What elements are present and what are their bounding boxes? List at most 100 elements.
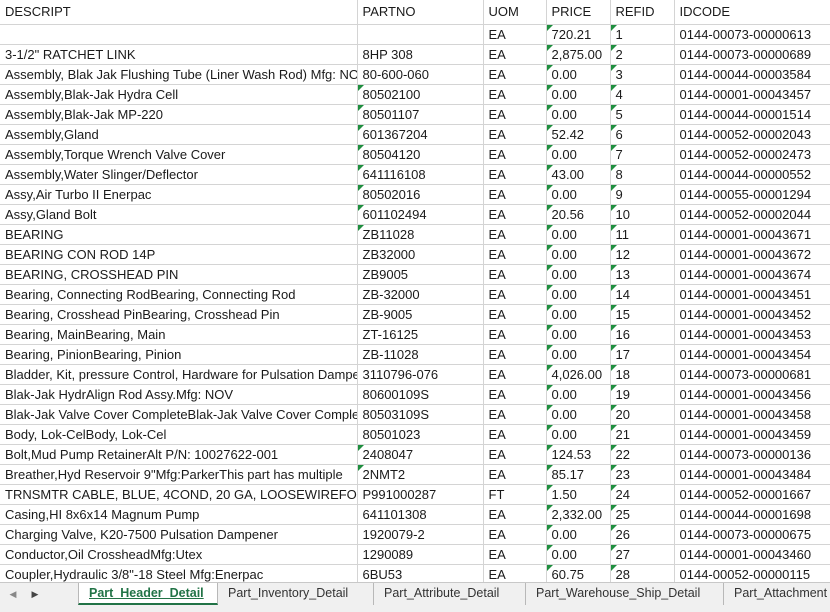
cell-uom[interactable]: EA bbox=[483, 244, 547, 265]
cell-idcode[interactable]: 0144-00001-00043457 bbox=[674, 84, 830, 105]
cell-descript[interactable]: TRNSMTR CABLE, BLUE, 4COND, 20 GA, LOOSE… bbox=[0, 484, 358, 505]
scroll-left-icon[interactable]: ◀ bbox=[6, 583, 20, 607]
cell-price[interactable]: 720.21 bbox=[546, 24, 611, 45]
cell-partno[interactable]: ZB-32000 bbox=[357, 284, 484, 305]
cell-partno[interactable]: 601102494 bbox=[357, 204, 484, 225]
cell-partno[interactable]: 80504120 bbox=[357, 144, 484, 165]
cell-partno[interactable]: 601367204 bbox=[357, 124, 484, 145]
cell-refid[interactable]: 8 bbox=[610, 164, 675, 185]
cell-uom[interactable]: EA bbox=[483, 384, 547, 405]
cell-descript[interactable]: Blak-Jak Valve Cover CompleteBlak-Jak Va… bbox=[0, 404, 358, 425]
cell-partno[interactable]: 2408047 bbox=[357, 444, 484, 465]
column-header[interactable]: IDCODE bbox=[674, 0, 830, 25]
cell-partno[interactable]: 3110796-076 bbox=[357, 364, 484, 385]
cell-partno[interactable]: 80600109S bbox=[357, 384, 484, 405]
cell-uom[interactable]: EA bbox=[483, 144, 547, 165]
cell-refid[interactable]: 15 bbox=[610, 304, 675, 325]
cell-refid[interactable]: 22 bbox=[610, 444, 675, 465]
cell-price[interactable]: 0.00 bbox=[546, 144, 611, 165]
cell-partno[interactable]: ZB32000 bbox=[357, 244, 484, 265]
column-header[interactable]: UOM bbox=[483, 0, 547, 25]
cell-uom[interactable]: EA bbox=[483, 44, 547, 65]
cell-price[interactable]: 0.00 bbox=[546, 64, 611, 85]
cell-descript[interactable]: Conductor,Oil CrossheadMfg:Utex bbox=[0, 544, 358, 565]
cell-descript[interactable]: Assembly,Torque Wrench Valve Cover bbox=[0, 144, 358, 165]
cell-partno[interactable]: 8HP 308 bbox=[357, 44, 484, 65]
cell-descript[interactable] bbox=[0, 24, 358, 45]
cell-partno[interactable]: P991000287 bbox=[357, 484, 484, 505]
cell-partno[interactable]: 80501107 bbox=[357, 104, 484, 125]
cell-price[interactable]: 60.75 bbox=[546, 564, 611, 582]
cell-idcode[interactable]: 0144-00055-00001294 bbox=[674, 184, 830, 205]
cell-partno[interactable]: 80502016 bbox=[357, 184, 484, 205]
cell-price[interactable]: 85.17 bbox=[546, 464, 611, 485]
cell-refid[interactable]: 3 bbox=[610, 64, 675, 85]
cell-idcode[interactable]: 0144-00001-00043674 bbox=[674, 264, 830, 285]
cell-uom[interactable]: FT bbox=[483, 484, 547, 505]
cell-refid[interactable]: 28 bbox=[610, 564, 675, 582]
cell-idcode[interactable]: 0144-00052-00002473 bbox=[674, 144, 830, 165]
cell-idcode[interactable]: 0144-00052-00002043 bbox=[674, 124, 830, 145]
cell-descript[interactable]: Assembly, Blak Jak Flushing Tube (Liner … bbox=[0, 64, 358, 85]
cell-uom[interactable]: EA bbox=[483, 84, 547, 105]
cell-price[interactable]: 0.00 bbox=[546, 544, 611, 565]
cell-price[interactable]: 0.00 bbox=[546, 344, 611, 365]
cell-price[interactable]: 2,332.00 bbox=[546, 504, 611, 525]
cell-partno[interactable]: ZB9005 bbox=[357, 264, 484, 285]
cell-partno[interactable]: 641101308 bbox=[357, 504, 484, 525]
cell-refid[interactable]: 25 bbox=[610, 504, 675, 525]
cell-descript[interactable]: Charging Valve, K20-7500 Pulsation Dampe… bbox=[0, 524, 358, 545]
cell-refid[interactable]: 2 bbox=[610, 44, 675, 65]
cell-idcode[interactable]: 0144-00001-00043672 bbox=[674, 244, 830, 265]
cell-uom[interactable]: EA bbox=[483, 324, 547, 345]
cell-idcode[interactable]: 0144-00073-00000136 bbox=[674, 444, 830, 465]
cell-refid[interactable]: 14 bbox=[610, 284, 675, 305]
cell-idcode[interactable]: 0144-00001-00043451 bbox=[674, 284, 830, 305]
cell-refid[interactable]: 5 bbox=[610, 104, 675, 125]
cell-idcode[interactable]: 0144-00001-00043458 bbox=[674, 404, 830, 425]
cell-refid[interactable]: 20 bbox=[610, 404, 675, 425]
cell-idcode[interactable]: 0144-00073-00000689 bbox=[674, 44, 830, 65]
cell-refid[interactable]: 23 bbox=[610, 464, 675, 485]
cell-descript[interactable]: Assy,Gland Bolt bbox=[0, 204, 358, 225]
cell-uom[interactable]: EA bbox=[483, 464, 547, 485]
cell-idcode[interactable]: 0144-00044-00003584 bbox=[674, 64, 830, 85]
cell-idcode[interactable]: 0144-00001-00043460 bbox=[674, 544, 830, 565]
cell-price[interactable]: 0.00 bbox=[546, 84, 611, 105]
cell-refid[interactable]: 21 bbox=[610, 424, 675, 445]
cell-refid[interactable]: 24 bbox=[610, 484, 675, 505]
spreadsheet-grid[interactable]: DESCRIPT PARTNO UOM PRICE REFID IDCODE E… bbox=[0, 0, 830, 582]
cell-descript[interactable]: Bladder, Kit, pressure Control, Hardware… bbox=[0, 364, 358, 385]
cell-price[interactable]: 0.00 bbox=[546, 404, 611, 425]
tab-part-attribute-detail[interactable]: Part_Attribute_Detail bbox=[374, 583, 526, 605]
cell-price[interactable]: 0.00 bbox=[546, 184, 611, 205]
cell-price[interactable]: 0.00 bbox=[546, 384, 611, 405]
cell-price[interactable]: 0.00 bbox=[546, 244, 611, 265]
cell-descript[interactable]: Coupler,Hydraulic 3/8"-18 Steel Mfg:Ener… bbox=[0, 564, 358, 582]
cell-partno[interactable]: 1920079-2 bbox=[357, 524, 484, 545]
cell-uom[interactable]: EA bbox=[483, 364, 547, 385]
column-header[interactable]: PARTNO bbox=[357, 0, 484, 25]
cell-idcode[interactable]: 0144-00073-00000613 bbox=[674, 24, 830, 45]
cell-partno[interactable]: ZB-11028 bbox=[357, 344, 484, 365]
cell-price[interactable]: 0.00 bbox=[546, 284, 611, 305]
cell-uom[interactable]: EA bbox=[483, 124, 547, 145]
cell-idcode[interactable]: 0144-00001-00043456 bbox=[674, 384, 830, 405]
cell-partno[interactable]: 641116108 bbox=[357, 164, 484, 185]
cell-uom[interactable]: EA bbox=[483, 524, 547, 545]
cell-refid[interactable]: 19 bbox=[610, 384, 675, 405]
cell-uom[interactable]: EA bbox=[483, 24, 547, 45]
cell-descript[interactable]: 3-1/2" RATCHET LINK bbox=[0, 44, 358, 65]
cell-price[interactable]: 0.00 bbox=[546, 224, 611, 245]
cell-idcode[interactable]: 0144-00052-00001667 bbox=[674, 484, 830, 505]
cell-idcode[interactable]: 0144-00073-00000675 bbox=[674, 524, 830, 545]
cell-uom[interactable]: EA bbox=[483, 204, 547, 225]
cell-descript[interactable]: Assembly,Water Slinger/Deflector bbox=[0, 164, 358, 185]
cell-idcode[interactable]: 0144-00073-00000681 bbox=[674, 364, 830, 385]
cell-idcode[interactable]: 0144-00052-00000115 bbox=[674, 564, 830, 582]
cell-price[interactable]: 43.00 bbox=[546, 164, 611, 185]
cell-refid[interactable]: 13 bbox=[610, 264, 675, 285]
cell-price[interactable]: 0.00 bbox=[546, 264, 611, 285]
cell-descript[interactable]: BEARING, CROSSHEAD PIN bbox=[0, 264, 358, 285]
cell-refid[interactable]: 12 bbox=[610, 244, 675, 265]
